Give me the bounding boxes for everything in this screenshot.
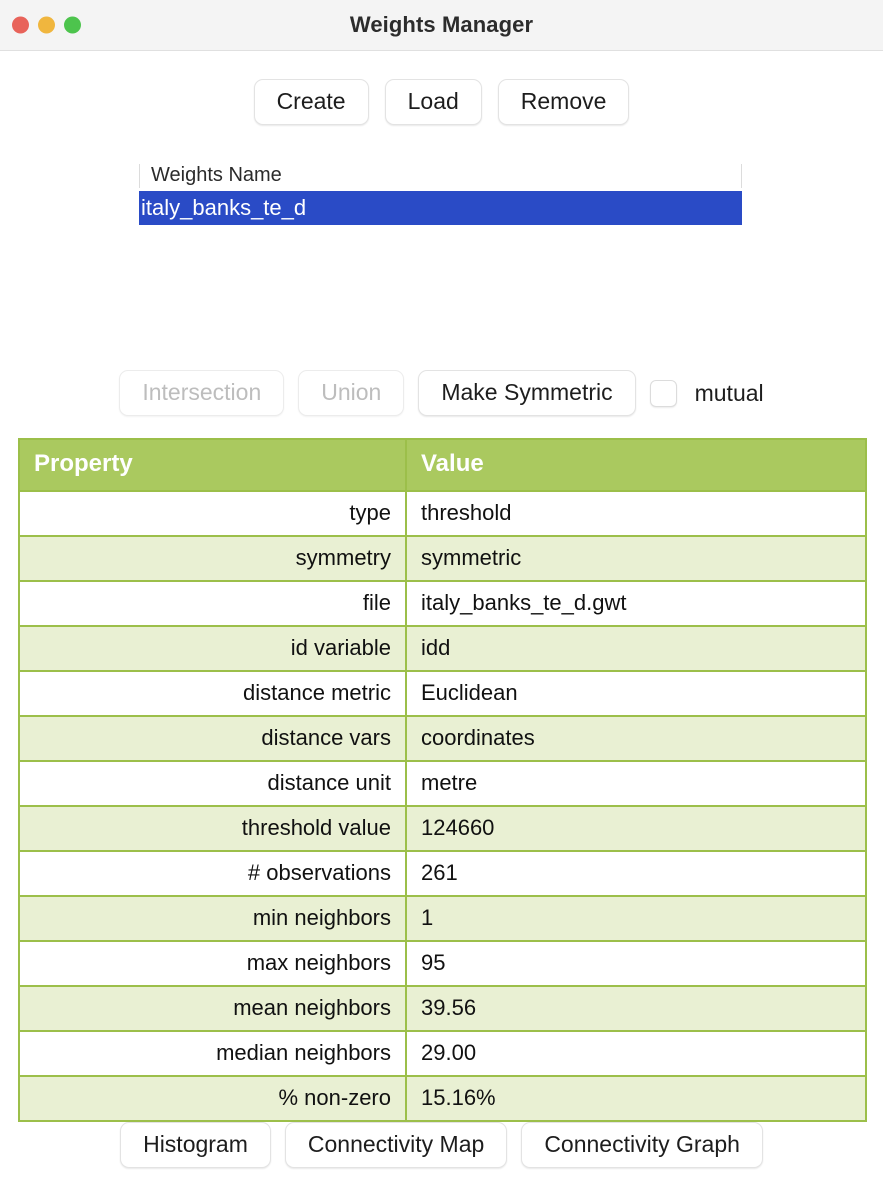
table-row: mean neighbors 39.56 [19,985,866,1031]
window-controls [12,16,81,34]
table-row: # observations 261 [19,850,866,896]
property-name-cell: # observations [19,850,407,896]
window-title: Weights Manager [349,12,534,37]
weights-properties-table: Property Value type threshold symmetry symm… [18,438,867,1122]
histogram-button[interactable]: Histogram [120,1122,271,1169]
table-row: threshold value 124660 [19,805,866,851]
table-row: type threshold [19,490,866,536]
property-value-cell: 29.00 [406,1030,866,1076]
property-value-cell: idd [406,625,866,671]
column-divider-right [741,164,742,188]
union-button[interactable]: Union [298,370,405,417]
property-name-cell: distance vars [19,715,407,761]
table-row: id variable idd [19,625,866,671]
weights-list-header: Weights Name [139,160,742,191]
connectivity-map-button[interactable]: Connectivity Map [284,1122,508,1169]
property-name-cell: min neighbors [19,895,407,941]
property-value-cell: symmetric [406,535,866,581]
property-name-cell: id variable [19,625,407,671]
minimize-window-icon[interactable] [38,16,55,34]
property-name-cell: type [19,490,407,536]
property-value-cell: 1 [406,895,866,941]
weights-name-value: italy_banks_te_d [141,195,307,220]
property-name-cell: symmetry [19,535,407,581]
table-row: max neighbors 95 [19,940,866,986]
list-item[interactable]: italy_banks_te_d [139,191,742,225]
weights-name-column-header: Weights Name [151,164,282,186]
value-column-header: Value [406,439,866,491]
property-name-cell: median neighbors [19,1030,407,1076]
property-value-cell: metre [406,760,866,806]
weights-actions-toolbar: Create Load Remove [0,79,883,126]
weights-list[interactable]: Weights Name italy_banks_te_d [139,160,742,360]
remove-weights-button[interactable]: Remove [497,79,630,126]
table-row: distance unit metre [19,760,866,806]
property-name-cell: mean neighbors [19,985,407,1031]
column-divider-left [139,164,140,188]
set-operations-row: Intersection Union Make Symmetric mutual [0,370,883,417]
mutual-checkbox-label: mutual [694,379,764,406]
property-name-cell: distance metric [19,670,407,716]
window-titlebar: Weights Manager [0,0,883,51]
make-symmetric-button[interactable]: Make Symmetric [418,370,636,417]
property-name-cell: threshold value [19,805,407,851]
table-row: distance vars coordinates [19,715,866,761]
maximize-window-icon[interactable] [64,16,81,34]
load-weights-button[interactable]: Load [384,79,482,126]
table-row: symmetry symmetric [19,535,866,581]
property-name-cell: file [19,580,407,626]
property-value-cell: 124660 [406,805,866,851]
property-value-cell: 261 [406,850,866,896]
mutual-checkbox[interactable] [649,379,677,407]
create-weights-button[interactable]: Create [253,79,369,126]
property-value-cell: italy_banks_te_d.gwt [406,580,866,626]
property-value-cell: coordinates [406,715,866,761]
visualization-toolbar: Histogram Connectivity Map Connectivity … [0,1122,883,1169]
property-value-cell: 39.56 [406,985,866,1031]
table-row: distance metric Euclidean [19,670,866,716]
property-value-cell: 95 [406,940,866,986]
properties-table-body: type threshold symmetry symmetric file italy_… [19,490,866,1121]
table-header-row: Property Value [19,439,866,491]
property-name-cell: distance unit [19,760,407,806]
property-value-cell: Euclidean [406,670,866,716]
intersection-button[interactable]: Intersection [119,370,285,417]
table-row: file italy_banks_te_d.gwt [19,580,866,626]
connectivity-graph-button[interactable]: Connectivity Graph [521,1122,763,1169]
table-row: median neighbors 29.00 [19,1030,866,1076]
property-name-cell: max neighbors [19,940,407,986]
table-row: % non-zero 15.16% [19,1075,866,1121]
property-column-header: Property [19,439,407,491]
property-value-cell: 15.16% [406,1075,866,1121]
close-window-icon[interactable] [12,16,29,34]
table-row: min neighbors 1 [19,895,866,941]
property-value-cell: threshold [406,490,866,536]
property-name-cell: % non-zero [19,1075,407,1121]
